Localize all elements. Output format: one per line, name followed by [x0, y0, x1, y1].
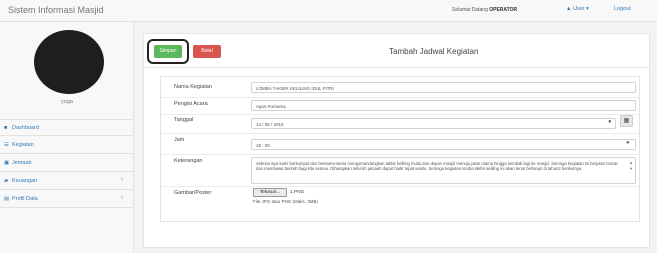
sidebar-item-profil-data[interactable]: ▤ Profil Data ‹: [0, 191, 133, 208]
money-icon: ▰: [4, 178, 9, 184]
panel-header: Simpan Batal Tambah Jadwal Kegiatan: [144, 34, 649, 68]
jam-input[interactable]: 19 : 00: [251, 139, 636, 150]
document-icon: ▤: [4, 196, 10, 202]
welcome-text: Selamat Datang OPERATOR: [452, 7, 517, 13]
welcome-role: OPERATOR: [489, 7, 518, 13]
browse-file-button[interactable]: Telusuri...: [253, 188, 287, 197]
pengisi-acara-input[interactable]: Agus Purnama: [251, 100, 636, 111]
clear-icon[interactable]: ●: [608, 119, 612, 125]
divider: [161, 97, 639, 98]
top-navbar: Sistem Informasi Masjid Selamat Datang O…: [0, 0, 657, 22]
app-brand[interactable]: Sistem Informasi Masjid: [8, 5, 104, 15]
avatar: [34, 30, 104, 94]
dashboard-icon: ■: [4, 125, 8, 131]
divider: [161, 114, 639, 115]
textarea-scroll-arrows-icon[interactable]: ▲ ▼: [629, 160, 633, 172]
divider: [161, 154, 639, 155]
list-icon: ☰: [4, 142, 9, 148]
jam-label: Jam: [174, 137, 185, 143]
sidebar-item-label: Dashboard: [12, 125, 39, 131]
sidebar-item-label: Jemaah: [12, 160, 32, 166]
nama-kegiatan-input[interactable]: LOMBA TAKBIR KELILING IDUL FITRI: [251, 82, 636, 93]
sidebar-item-label: Profil Data: [12, 196, 38, 202]
nama-kegiatan-label: Nama Kegiatan: [174, 84, 212, 90]
sidebar: yoga ■ Dashboard ☰ Kegiatan ▣ Jemaah ▰ Keuan…: [0, 22, 134, 253]
welcome-prefix: Selamat Datang: [452, 7, 488, 13]
save-button-highlight: [147, 39, 189, 64]
user-menu[interactable]: ▲ User ▾: [566, 6, 589, 12]
activity-form: Nama Kegiatan LOMBA TAKBIR KELILING IDUL…: [160, 76, 640, 222]
sidebar-item-dashboard[interactable]: ■ Dashboard: [0, 119, 133, 136]
pengisi-acara-label: Pengisi Acara: [174, 101, 208, 107]
sidebar-username: yoga: [61, 99, 73, 105]
sidebar-item-kegiatan[interactable]: ☰ Kegiatan: [0, 137, 133, 154]
chevron-left-icon: ‹: [121, 195, 123, 201]
logout-link[interactable]: Logout: [614, 6, 631, 12]
cancel-button[interactable]: Batal: [193, 45, 221, 58]
keterangan-label: Keterangan: [174, 158, 203, 164]
calendar-icon[interactable]: ▦: [620, 115, 633, 127]
selected-file-name: 1.PNG: [290, 190, 305, 195]
keterangan-textarea[interactable]: Selesai isya kami berkumpul dan bersama-…: [251, 157, 636, 184]
sidebar-item-label: Keuangan: [12, 178, 38, 184]
users-icon: ▣: [4, 160, 10, 166]
keterangan-text: Selesai isya kami berkumpul dan bersama-…: [256, 161, 618, 172]
tanggal-label: Tanggal: [174, 117, 194, 123]
sidebar-item-keuangan[interactable]: ▰ Keuangan ‹: [0, 173, 133, 190]
tanggal-input[interactable]: 14 / 06 / 2018: [251, 118, 616, 129]
clear-icon[interactable]: ●: [626, 140, 630, 146]
divider: [161, 133, 639, 134]
page-title: Tambah Jadwal Kegiatan: [389, 47, 479, 56]
divider: [161, 186, 639, 187]
gambar-poster-label: Gambar/Poster: [174, 190, 212, 196]
sidebar-item-label: Kegiatan: [12, 142, 34, 148]
sidebar-item-jemaah[interactable]: ▣ Jemaah: [0, 155, 133, 172]
main-panel: Simpan Batal Tambah Jadwal Kegiatan Nama…: [143, 33, 650, 248]
chevron-left-icon: ‹: [121, 177, 123, 183]
file-help-text: File JPG atau PNG (Maks. 3MB): [253, 199, 319, 204]
